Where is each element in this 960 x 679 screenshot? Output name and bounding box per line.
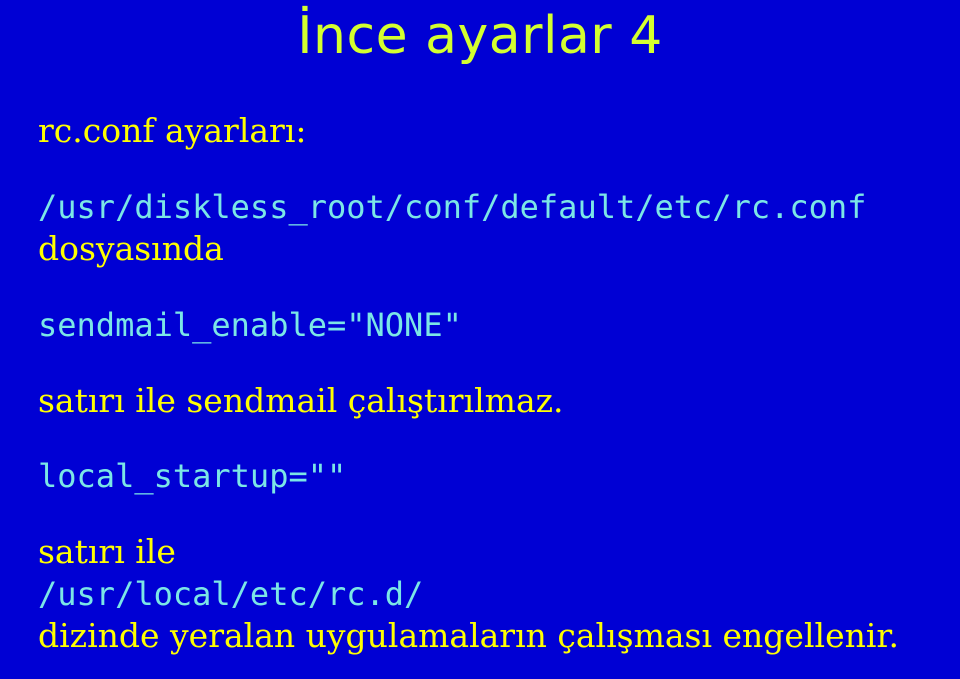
slide: İnce ayarlar 4 rc.conf ayarları: /usr/di… xyxy=(0,0,960,679)
line-path-dosyasinda: /usr/diskless_root/conf/default/etc/rc.c… xyxy=(38,186,908,270)
text-satiri-ile: satırı ile xyxy=(38,532,176,571)
path-usr-local: /usr/local/etc/rc.d/ xyxy=(38,575,423,613)
line-sendmail-explain: satırı ile sendmail çalıştırılmaz. xyxy=(38,380,908,422)
text-dosyasinda: dosyasında xyxy=(38,229,224,268)
slide-body: rc.conf ayarları: /usr/diskless_root/con… xyxy=(38,110,908,658)
slide-title: İnce ayarlar 4 xyxy=(0,6,960,66)
line-sendmail-enable: sendmail_enable="NONE" xyxy=(38,305,908,346)
path-rcconf: /usr/diskless_root/conf/default/etc/rc.c… xyxy=(38,188,866,226)
line-local-startup: local_startup="" xyxy=(38,456,908,497)
line-rcconf-heading: rc.conf ayarları: xyxy=(38,110,908,152)
text-dizinde: dizinde yeralan uygulamaların çalışması … xyxy=(38,616,899,655)
line-local-explain: satırı ile /usr/local/etc/rc.d/ dizinde … xyxy=(38,531,908,658)
